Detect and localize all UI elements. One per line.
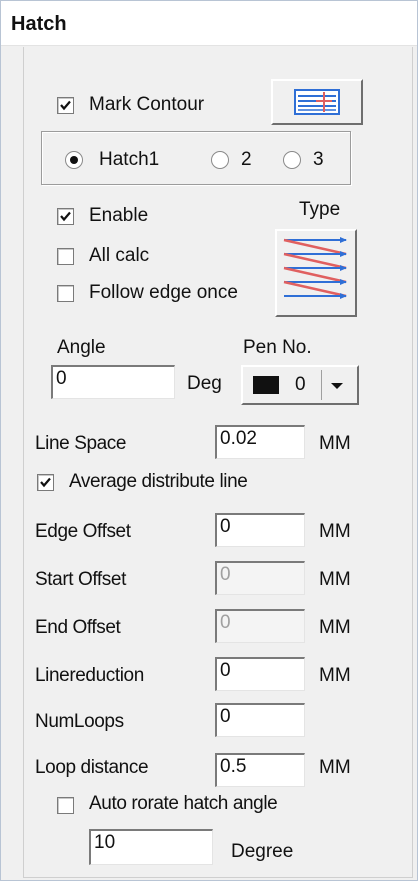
num-loops-label: NumLoops <box>35 711 124 732</box>
angle-input[interactable]: 0 <box>51 365 175 399</box>
hatch-selector-group <box>41 131 351 185</box>
edge-offset-unit: MM <box>319 521 351 542</box>
start-offset-input[interactable]: 0 <box>215 561 305 595</box>
mark-contour-checkbox[interactable] <box>57 97 74 114</box>
end-offset-input[interactable]: 0 <box>215 609 305 643</box>
mark-contour-label: Mark Contour <box>89 94 205 115</box>
check-icon <box>60 211 71 222</box>
title-bar: Hatch <box>1 1 417 46</box>
chevron-down-icon <box>331 383 343 389</box>
auto-rotate-checkbox[interactable] <box>57 797 74 814</box>
pen-number: 0 <box>295 374 306 395</box>
type-label: Type <box>299 199 341 220</box>
hatch3-radio[interactable] <box>283 151 301 169</box>
linereduction-unit: MM <box>319 665 351 686</box>
loop-distance-unit: MM <box>319 757 351 778</box>
hatch1-label: Hatch1 <box>99 149 160 170</box>
follow-edge-checkbox[interactable] <box>57 285 74 302</box>
pen-dropdown[interactable]: 0 <box>241 365 359 405</box>
edge-offset-input[interactable]: 0 <box>215 513 305 547</box>
end-offset-unit: MM <box>319 617 351 638</box>
start-offset-label: Start Offset <box>35 569 126 590</box>
hatch3-label: 3 <box>313 149 324 170</box>
hatch-contour-icon <box>294 89 340 115</box>
average-distribute-label: Average distribute line <box>69 471 248 492</box>
linereduction-label: Linereduction <box>35 665 144 686</box>
pen-dropdown-arrow[interactable] <box>321 370 352 400</box>
edge-offset-label: Edge Offset <box>35 521 131 542</box>
enable-checkbox[interactable] <box>57 208 74 225</box>
line-space-label: Line Space <box>35 433 127 454</box>
angle-unit: Deg <box>187 373 222 394</box>
check-icon <box>40 477 51 488</box>
check-icon <box>60 100 71 111</box>
hatch-panel: Hatch Mark Contour Hatch1 2 3 Enable Typ… <box>0 0 418 881</box>
enable-label: Enable <box>89 205 149 226</box>
pen-color-swatch <box>253 376 279 394</box>
all-calc-checkbox[interactable] <box>57 248 74 265</box>
panel-title: Hatch <box>11 13 67 35</box>
contour-button[interactable] <box>271 79 363 125</box>
num-loops-input[interactable]: 0 <box>215 703 305 737</box>
auto-rotate-label: Auto rorate hatch angle <box>89 793 278 814</box>
angle-label: Angle <box>57 337 106 358</box>
all-calc-label: All calc <box>89 245 150 266</box>
average-distribute-checkbox[interactable] <box>37 474 54 491</box>
start-offset-unit: MM <box>319 569 351 590</box>
hatch-type-button[interactable] <box>275 229 357 317</box>
loop-distance-label: Loop distance <box>35 757 149 778</box>
loop-distance-input[interactable]: 0.5 <box>215 753 305 787</box>
line-space-unit: MM <box>319 433 351 454</box>
hatch2-radio[interactable] <box>211 151 229 169</box>
hatch2-label: 2 <box>241 149 252 170</box>
line-space-input[interactable]: 0.02 <box>215 425 305 459</box>
rotate-angle-unit: Degree <box>231 841 294 862</box>
end-offset-label: End Offset <box>35 617 121 638</box>
linereduction-input[interactable]: 0 <box>215 657 305 691</box>
hatch1-radio[interactable] <box>65 151 83 169</box>
rotate-angle-input[interactable]: 10 <box>89 829 213 865</box>
follow-edge-label: Follow edge once <box>89 282 238 303</box>
pen-label: Pen No. <box>243 337 312 358</box>
hatch-type-icon <box>283 237 347 299</box>
